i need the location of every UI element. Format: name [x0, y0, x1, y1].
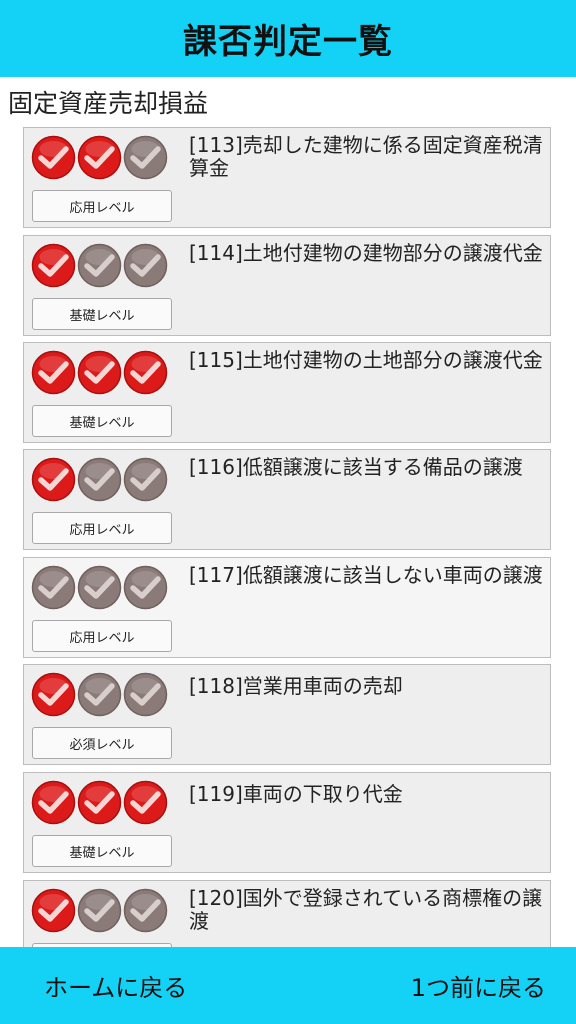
check-group — [31, 565, 168, 611]
footer-bar: ホームに戻る 1つ前に戻る — [0, 947, 576, 1024]
item-title: [116]低額譲渡に該当する備品の譲渡 — [189, 455, 523, 479]
check-icon — [77, 243, 122, 288]
check-group — [31, 457, 168, 503]
check-group — [31, 350, 168, 396]
check-group — [31, 780, 168, 826]
check-icon — [31, 780, 76, 825]
level-button[interactable]: 基礎レベル — [32, 835, 172, 867]
check-icon — [77, 457, 122, 502]
check-icon — [31, 135, 76, 180]
check-icon — [77, 672, 122, 717]
check-icon — [123, 135, 168, 180]
back-button[interactable]: 1つ前に戻る — [411, 947, 546, 1024]
check-icon — [77, 565, 122, 610]
list-item[interactable]: 応用レベル [116]低額譲渡に該当する備品の譲渡 — [23, 449, 551, 550]
page-title: 課否判定一覧 — [183, 22, 393, 62]
check-group — [31, 672, 168, 718]
check-icon — [123, 457, 168, 502]
check-icon — [123, 780, 168, 825]
check-icon — [77, 350, 122, 395]
item-list: 応用レベル [113]売却した建物に係る固定資産税清算金 基礎レベル [114]… — [23, 127, 553, 947]
list-item[interactable]: 必須レベル [118]営業用車両の売却 — [23, 664, 551, 765]
section-title: 固定資産売却損益 — [8, 89, 209, 118]
item-title: [113]売却した建物に係る固定資産税清算金 — [189, 133, 543, 180]
check-group — [31, 888, 168, 934]
check-icon — [31, 350, 76, 395]
check-icon — [123, 565, 168, 610]
item-title: [117]低額譲渡に該当しない車両の譲渡 — [189, 563, 543, 587]
item-title: [114]土地付建物の建物部分の譲渡代金 — [189, 241, 543, 265]
check-icon — [123, 243, 168, 288]
home-button[interactable]: ホームに戻る — [44, 947, 187, 1024]
check-icon — [77, 780, 122, 825]
level-button[interactable]: 応用レベル — [32, 190, 172, 222]
check-icon — [31, 565, 76, 610]
item-title: [118]営業用車両の売却 — [189, 674, 403, 698]
item-title: [119]車両の下取り代金 — [189, 782, 403, 806]
level-button[interactable]: 基礎レベル — [32, 405, 172, 437]
check-icon — [31, 672, 76, 717]
list-item[interactable]: 基礎レベル [114]土地付建物の建物部分の譲渡代金 — [23, 235, 551, 336]
check-icon — [123, 888, 168, 933]
check-group — [31, 243, 168, 289]
check-icon — [77, 135, 122, 180]
list-item[interactable]: 基礎レベル [119]車両の下取り代金 — [23, 772, 551, 873]
check-icon — [123, 350, 168, 395]
level-button[interactable]: 応用レベル — [32, 512, 172, 544]
check-icon — [31, 457, 76, 502]
check-group — [31, 135, 168, 181]
list-item[interactable]: 基礎レベル [115]土地付建物の土地部分の譲渡代金 — [23, 342, 551, 443]
check-icon — [31, 243, 76, 288]
list-item[interactable]: 応用レベル [113]売却した建物に係る固定資産税清算金 — [23, 127, 551, 228]
check-icon — [123, 672, 168, 717]
level-button[interactable]: 基礎レベル — [32, 298, 172, 330]
level-button[interactable]: 必須レベル — [32, 727, 172, 759]
check-icon — [77, 888, 122, 933]
item-title: [120]国外で登録されている商標権の譲渡 — [189, 886, 543, 933]
list-item[interactable]: [120]国外で登録されている商標権の譲渡 — [23, 880, 551, 947]
list-item[interactable]: 応用レベル [117]低額譲渡に該当しない車両の譲渡 — [23, 557, 551, 658]
item-title: [115]土地付建物の土地部分の譲渡代金 — [189, 348, 543, 372]
level-button[interactable]: 応用レベル — [32, 620, 172, 652]
app-header: 課否判定一覧 — [0, 0, 576, 77]
check-icon — [31, 888, 76, 933]
